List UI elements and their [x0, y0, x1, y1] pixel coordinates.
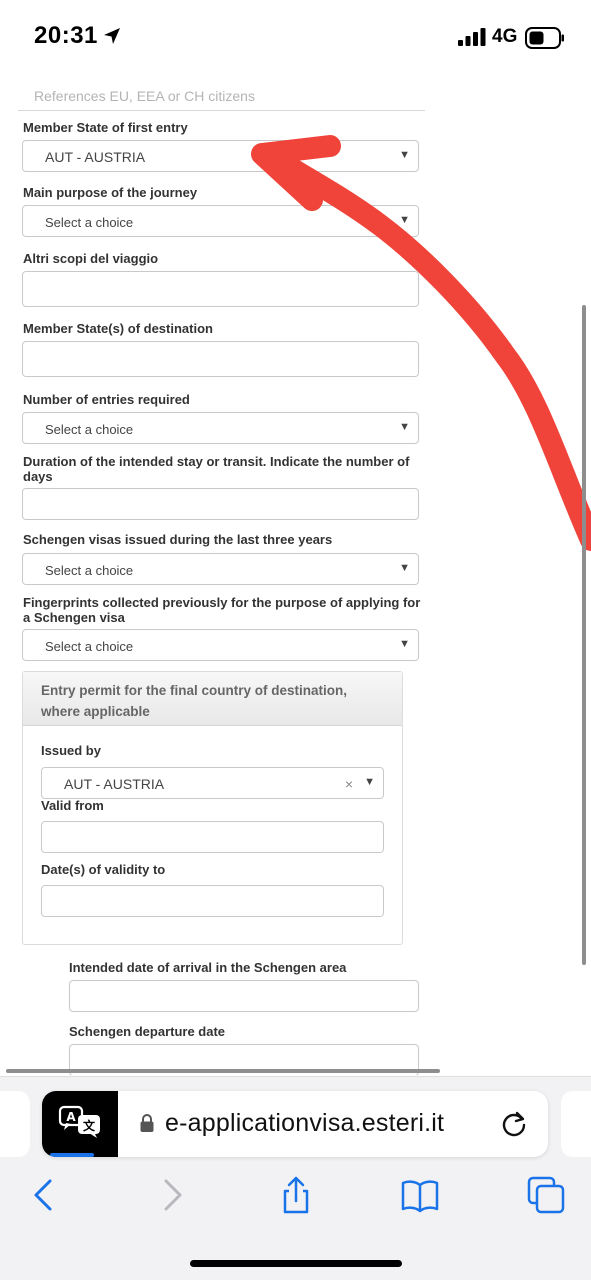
reference-text: References EU, EEA or CH citizens	[34, 88, 255, 104]
svg-text:A: A	[66, 1110, 76, 1124]
horizontal-scrollbar[interactable]	[6, 1069, 440, 1073]
validity-to-label: Date(s) of validity to	[41, 862, 166, 877]
translate-icon: A 文	[58, 1105, 100, 1138]
schengen-visas-label: Schengen visas issued during the last th…	[23, 532, 333, 547]
dropdown-arrow-icon: ▼	[399, 421, 410, 433]
entry-permit-panel-title: Entry permit for the final country of de…	[41, 683, 348, 719]
dropdown-arrow-icon: ▼	[399, 214, 410, 226]
url-text: e-applicationvisa.esteri.it	[165, 1109, 445, 1137]
destination-states-label: Member State(s) of destination	[23, 321, 213, 336]
member-state-first-entry-select[interactable]: AUT - AUSTRIA ▼	[22, 140, 419, 172]
share-icon[interactable]	[276, 1175, 316, 1215]
issued-by-select[interactable]: AUT - AUSTRIA × ▼	[41, 767, 384, 799]
departure-date-label: Schengen departure date	[69, 1024, 226, 1039]
tabs-icon[interactable]	[526, 1175, 566, 1215]
reference-section-header: References EU, EEA or CH citizens	[18, 85, 425, 111]
previous-tab-card[interactable]	[0, 1091, 30, 1157]
validity-to-input[interactable]	[41, 885, 384, 917]
arrival-date-label: Intended date of arrival in the Schengen…	[69, 960, 347, 975]
destination-states-input[interactable]	[22, 341, 419, 377]
web-page-content: References EU, EEA or CH citizens Member…	[0, 75, 591, 1075]
schengen-visas-select[interactable]: Select a choice ▼	[22, 553, 419, 585]
dropdown-arrow-icon: ▼	[399, 149, 410, 161]
safari-bottom-bar: A 文 e-applicationvisa.esteri.it	[0, 1076, 591, 1280]
translate-indicator	[50, 1153, 94, 1157]
back-icon[interactable]	[24, 1175, 64, 1215]
fingerprints-select[interactable]: Select a choice ▼	[22, 629, 419, 661]
status-bar: 20:31 4G	[0, 0, 591, 75]
cellular-signal-icon	[458, 28, 486, 46]
main-purpose-value: Select a choice	[45, 215, 134, 230]
entries-required-select[interactable]: Select a choice ▼	[22, 412, 419, 444]
arrival-date-input[interactable]	[69, 980, 419, 1012]
member-state-first-entry-label: Member State of first entry	[23, 120, 188, 135]
dropdown-arrow-icon: ▼	[399, 562, 410, 574]
fingerprints-value: Select a choice	[45, 639, 134, 654]
dropdown-arrow-icon: ▼	[364, 776, 375, 788]
member-state-first-entry-value: AUT - AUSTRIA	[45, 149, 146, 165]
other-purposes-input[interactable]	[22, 271, 419, 307]
location-arrow-icon	[104, 28, 120, 44]
issued-by-label: Issued by	[41, 743, 101, 758]
reload-icon[interactable]	[500, 1110, 528, 1138]
entries-required-label: Number of entries required	[23, 392, 190, 407]
status-time: 20:31	[34, 22, 98, 49]
network-type: 4G	[492, 26, 518, 47]
forward-icon[interactable]	[152, 1175, 192, 1215]
main-purpose-select[interactable]: Select a choice ▼	[22, 205, 419, 237]
translate-button[interactable]: A 文	[42, 1091, 118, 1157]
battery-icon	[525, 27, 564, 49]
entry-permit-panel-header: Entry permit for the final country of de…	[23, 672, 402, 726]
entry-permit-panel: Entry permit for the final country of de…	[22, 671, 403, 945]
duration-stay-input[interactable]	[22, 488, 419, 520]
next-tab-card[interactable]	[561, 1091, 591, 1157]
svg-text:文: 文	[83, 1118, 96, 1133]
bookmarks-icon[interactable]	[400, 1175, 440, 1215]
schengen-visas-value: Select a choice	[45, 563, 134, 578]
issued-by-value: AUT - AUSTRIA	[64, 776, 165, 792]
main-purpose-label: Main purpose of the journey	[23, 185, 198, 200]
valid-from-label: Valid from	[41, 798, 104, 813]
fingerprints-label: Fingerprints collected previously for th…	[23, 595, 421, 625]
duration-stay-label: Duration of the intended stay or transit…	[23, 454, 410, 484]
address-bar[interactable]: A 文 e-applicationvisa.esteri.it	[42, 1091, 548, 1157]
dropdown-arrow-icon: ▼	[399, 638, 410, 650]
valid-from-input[interactable]	[41, 821, 384, 853]
home-indicator[interactable]	[190, 1260, 402, 1267]
lock-icon	[140, 1114, 154, 1132]
clear-selection-icon[interactable]: ×	[345, 776, 353, 792]
other-purposes-label: Altri scopi del viaggio	[23, 251, 159, 266]
entries-required-value: Select a choice	[45, 422, 134, 437]
vertical-scrollbar[interactable]	[582, 305, 586, 965]
